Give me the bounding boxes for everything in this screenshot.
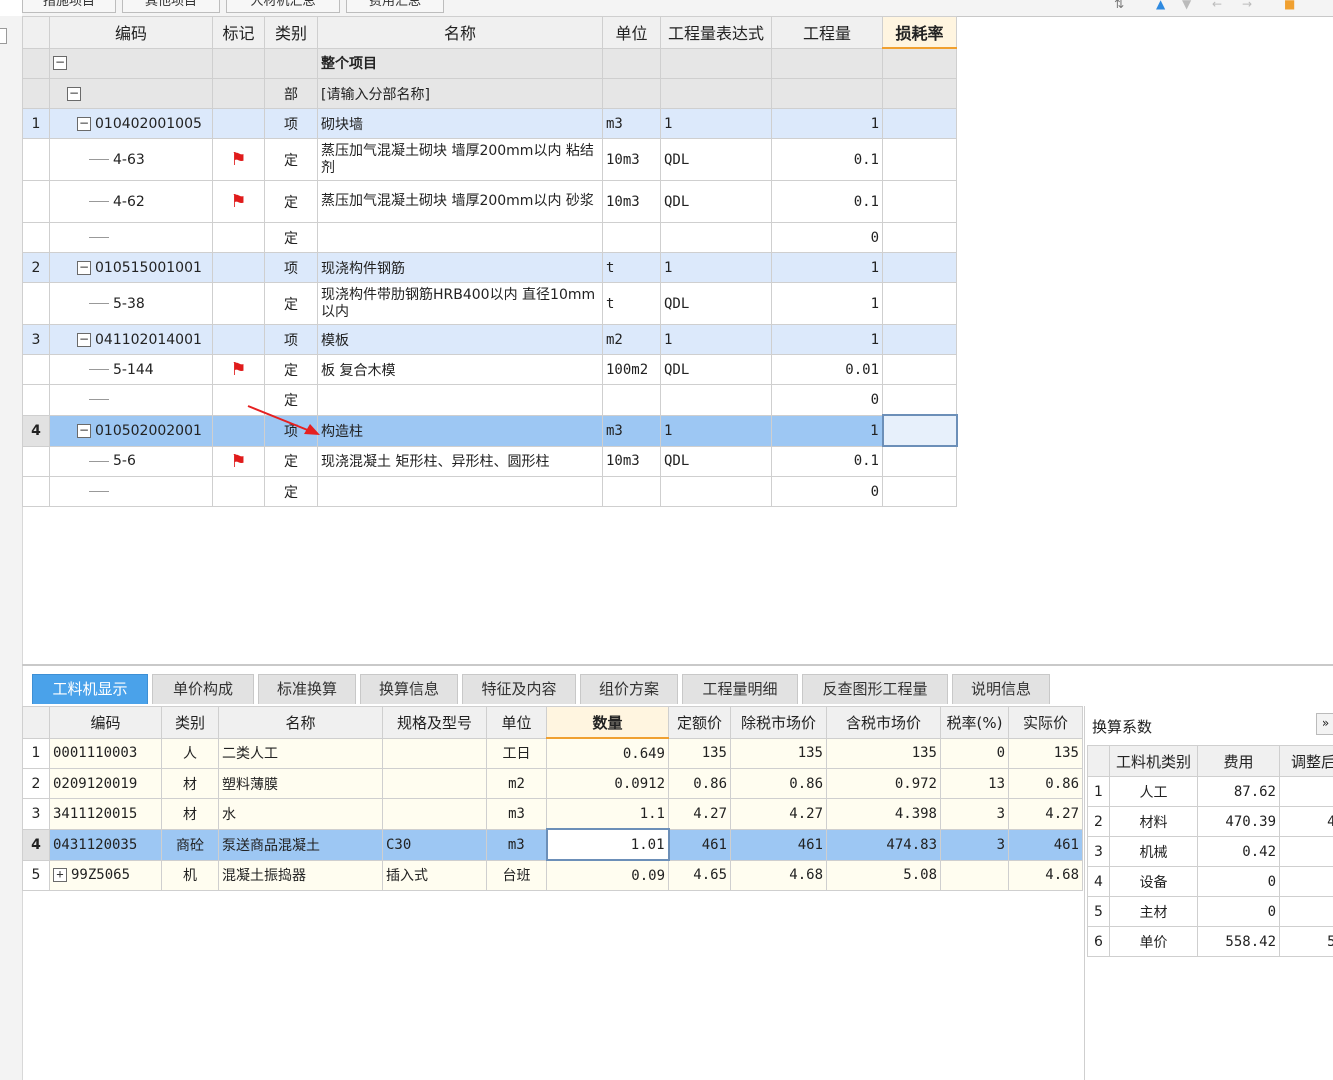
tab-conversion-info[interactable]: 换算信息	[360, 674, 458, 704]
table-row[interactable]: 5-38 定 现浇构件带肋钢筋HRB400以内 直径10mm以内 t QDL 1	[22, 282, 957, 325]
header-code[interactable]: 编码	[49, 706, 162, 739]
table-row[interactable]: 3 −041102014001 项 模板 m2 1 1	[22, 324, 957, 355]
header-mark[interactable]: 标记	[212, 16, 265, 49]
collapse-icon[interactable]: −	[77, 116, 91, 131]
indent-icon[interactable]: →	[1242, 0, 1252, 10]
tab-standard-conversion[interactable]: 标准换算	[258, 674, 356, 704]
table-row[interactable]: 5-144 ⚑ 定 板 复合木模 100m2 QDL 0.01	[22, 354, 957, 385]
header-actual-price[interactable]: 实际价	[1008, 706, 1083, 739]
header-unit[interactable]: 单位	[602, 16, 661, 49]
loss-rate-cell[interactable]	[881, 414, 958, 447]
table-row[interactable]: 4-62 ⚑ 定 蒸压加气混凝土砌块 墙厚200mm以内 砂浆 10m3 QDL…	[22, 180, 957, 223]
table-row[interactable]: 3 3411120015 材 水 m3 1.1 4.27 4.27 4.398 …	[22, 798, 1083, 830]
collapse-icon[interactable]: −	[77, 260, 91, 275]
header-spec[interactable]: 规格及型号	[382, 706, 487, 739]
top-tab-strip: 措施项目 其他项目 人材机汇总 费用汇总 ⇅ ▲ ▼ ← → ■	[22, 0, 1333, 17]
expand-panel-icon[interactable]: »	[1316, 713, 1333, 735]
header-name[interactable]: 名称	[218, 706, 383, 739]
header-category[interactable]: 工料机类别	[1109, 745, 1198, 777]
table-row[interactable]: 3 机械 0.42	[1087, 836, 1333, 867]
tab-features[interactable]: 特征及内容	[462, 674, 576, 704]
table-row[interactable]: 定 0	[22, 384, 957, 416]
division-name[interactable]: [请输入分部名称]	[317, 78, 603, 109]
table-row-selected[interactable]: 4 −010502002001 项 构造柱 m3 1 1	[22, 414, 958, 447]
table-row[interactable]: 6 单价 558.42 55	[1087, 926, 1333, 957]
tab-quantity-detail[interactable]: 工程量明细	[682, 674, 798, 704]
tab-pricing-plan[interactable]: 组价方案	[580, 674, 678, 704]
header-quota-price[interactable]: 定额价	[668, 706, 731, 739]
header-name[interactable]: 名称	[317, 16, 603, 49]
outdent-icon[interactable]: ←	[1212, 0, 1222, 10]
tool-icon[interactable]: ■	[1284, 0, 1295, 10]
detail-header-row: 编码 类别 名称 规格及型号 单位 数量 定额价 除税市场价 含税市场价 税率(…	[22, 706, 1083, 739]
tab-fee-summary[interactable]: 费用汇总	[346, 0, 444, 13]
red-flag-icon: ⚑	[230, 149, 247, 170]
table-row[interactable]: 5-6 ⚑ 定 现浇混凝土 矩形柱、异形柱、圆形柱 10m3 QDL 0.1	[22, 445, 957, 477]
table-row[interactable]: 5 +99Z5065 机 混凝土振捣器 插入式 台班 0.09 4.65 4.6…	[22, 859, 1083, 891]
header-kind[interactable]: 类别	[264, 16, 318, 49]
tab-labor-material-summary[interactable]: 人材机汇总	[226, 0, 340, 13]
project-name: 整个项目	[317, 47, 603, 79]
table-row[interactable]: 2 材料 470.39 47	[1087, 806, 1333, 837]
pane-splitter[interactable]	[22, 664, 1333, 666]
red-flag-icon: ⚑	[230, 450, 247, 472]
move-up-icon[interactable]: ▲	[1156, 0, 1165, 10]
bill-items-grid: 编码 标记 类别 名称 单位 工程量表达式 工程量 损耗率 − 整个项目 − 部…	[22, 16, 958, 507]
header-adjusted[interactable]: 调整后	[1279, 745, 1333, 777]
table-row[interactable]: 2 0209120019 材 塑料薄膜 m2 0.0912 0.86 0.86 …	[22, 768, 1083, 799]
collapse-icon[interactable]: −	[67, 86, 81, 101]
quantity-cell-active[interactable]: 1.01	[545, 828, 670, 861]
grid-header-row: 编码 标记 类别 名称 单位 工程量表达式 工程量 损耗率	[22, 16, 957, 49]
coef-header-row: 工料机类别 费用 调整后	[1087, 745, 1333, 777]
header-ex-tax-price[interactable]: 除税市场价	[730, 706, 827, 739]
labor-material-grid: 编码 类别 名称 规格及型号 单位 数量 定额价 除税市场价 含税市场价 税率(…	[22, 706, 1083, 891]
table-row[interactable]: 1 人工 87.62 8	[1087, 776, 1333, 807]
header-quantity[interactable]: 数量	[546, 706, 669, 739]
header-inc-tax-price[interactable]: 含税市场价	[826, 706, 941, 739]
table-row[interactable]: 定 0	[22, 476, 957, 507]
table-row[interactable]: 4-63 ⚑ 定 蒸压加气混凝土砌块 墙厚200mm以内 粘结剂 10m3 QD…	[22, 138, 957, 181]
table-row[interactable]: − 部 [请输入分部名称]	[22, 78, 957, 109]
table-row[interactable]: 5 主材 0	[1087, 896, 1333, 927]
collapse-icon[interactable]: −	[77, 332, 91, 347]
left-sidebar-strip	[0, 16, 23, 1080]
header-unit[interactable]: 单位	[486, 706, 547, 739]
tab-graphic-quantity[interactable]: 反查图形工程量	[802, 674, 948, 704]
coefficient-grid: 工料机类别 费用 调整后 1 人工 87.62 8 2 材料 470.39 47…	[1087, 745, 1333, 957]
coef-panel-title: 换算系数	[1092, 718, 1153, 736]
header-code[interactable]: 编码	[49, 16, 213, 49]
tab-measures[interactable]: 措施项目	[22, 0, 116, 13]
red-arrow-annotation	[247, 405, 320, 435]
tab-notes[interactable]: 说明信息	[952, 674, 1050, 704]
table-row[interactable]: 2 −010515001001 项 现浇构件钢筋 t 1 1	[22, 252, 957, 283]
header-tax-rate[interactable]: 税率(%)	[940, 706, 1009, 739]
detail-tab-bar: 工料机显示 单价构成 标准换算 换算信息 特征及内容 组价方案 工程量明细 反查…	[28, 674, 1128, 704]
table-row-selected[interactable]: 4 0431120035 商砼 泵送商品混凝土 C30 m3 1.01 461 …	[22, 828, 1083, 861]
sort-icon[interactable]: ⇅	[1114, 0, 1124, 10]
sidebar-collapse-handle[interactable]	[0, 28, 7, 44]
header-loss-rate[interactable]: 损耗率	[882, 16, 957, 49]
header-kind[interactable]: 类别	[161, 706, 219, 739]
expand-icon[interactable]: +	[53, 868, 67, 883]
move-down-icon[interactable]: ▼	[1182, 0, 1191, 10]
tab-other-items[interactable]: 其他项目	[122, 0, 220, 13]
header-rownum	[22, 16, 50, 49]
collapse-icon[interactable]: −	[77, 423, 91, 438]
header-qty[interactable]: 工程量	[771, 16, 883, 49]
table-row[interactable]: − 整个项目	[22, 47, 957, 79]
red-flag-icon: ⚑	[230, 191, 247, 212]
tab-labor-material-display[interactable]: 工料机显示	[32, 674, 148, 704]
table-row[interactable]: 1 −010402001005 项 砌块墙 m3 1 1	[22, 108, 957, 139]
header-expr[interactable]: 工程量表达式	[660, 16, 772, 49]
header-fee[interactable]: 费用	[1197, 745, 1280, 777]
table-row[interactable]: 4 设备 0	[1087, 866, 1333, 897]
red-flag-icon: ⚑	[230, 359, 247, 380]
tab-unit-price[interactable]: 单价构成	[152, 674, 254, 704]
collapse-icon[interactable]: −	[53, 56, 67, 71]
table-row[interactable]: 定 0	[22, 222, 957, 253]
table-row[interactable]: 1 0001110003 人 二类人工 工日 0.649 135 135 135…	[22, 737, 1083, 769]
